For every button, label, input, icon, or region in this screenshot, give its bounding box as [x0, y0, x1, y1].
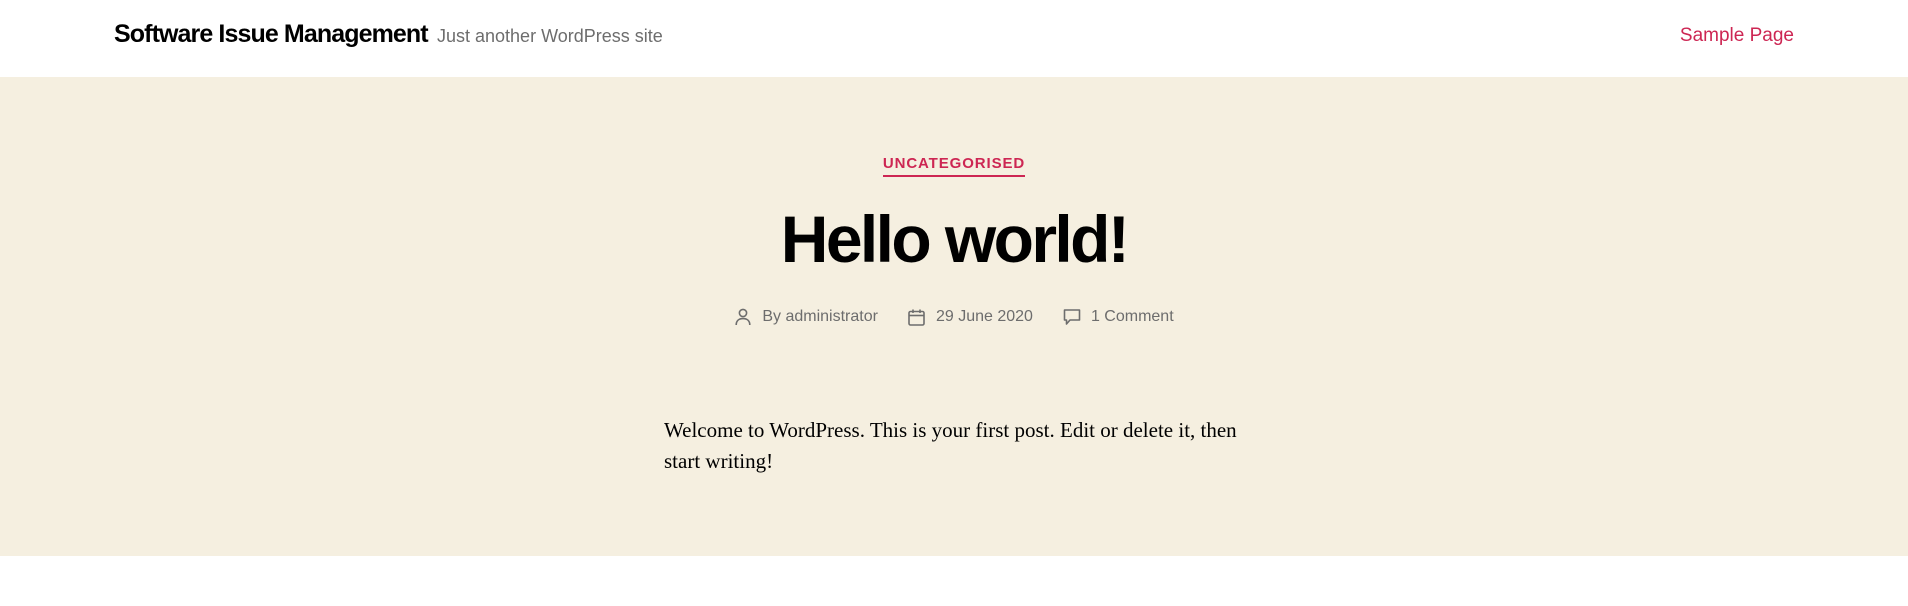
- comments-link[interactable]: 1 Comment: [1091, 308, 1174, 326]
- calendar-icon: [908, 307, 926, 327]
- author-prefix: By: [762, 308, 782, 325]
- post-content: Welcome to WordPress. This is your first…: [664, 415, 1244, 477]
- user-icon: [734, 307, 752, 327]
- site-title-link[interactable]: Software Issue Management: [114, 20, 429, 49]
- site-description: Just another WordPress site: [437, 26, 663, 46]
- site-header: Software Issue Management Just another W…: [0, 0, 1908, 77]
- menu-item-sample-page[interactable]: Sample Page: [1680, 25, 1794, 47]
- post-meta: By administrator 29 June 2020 1 Comment: [0, 307, 1908, 327]
- date-link[interactable]: 29 June 2020: [936, 308, 1033, 326]
- post-date: 29 June 2020: [908, 307, 1033, 327]
- category-link[interactable]: UNCATEGORISED: [882, 155, 1026, 177]
- comment-icon: [1063, 307, 1081, 327]
- post-title: Hello world!: [780, 202, 1130, 276]
- post-author: By administrator: [734, 307, 878, 327]
- author-link[interactable]: administrator: [785, 308, 877, 325]
- post-paragraph: Welcome to WordPress. This is your first…: [664, 418, 1237, 473]
- post-header: UNCATEGORISED Hello world! By administra…: [0, 77, 1908, 556]
- post-comments: 1 Comment: [1063, 307, 1174, 327]
- entry-categories: UNCATEGORISED: [0, 155, 1908, 177]
